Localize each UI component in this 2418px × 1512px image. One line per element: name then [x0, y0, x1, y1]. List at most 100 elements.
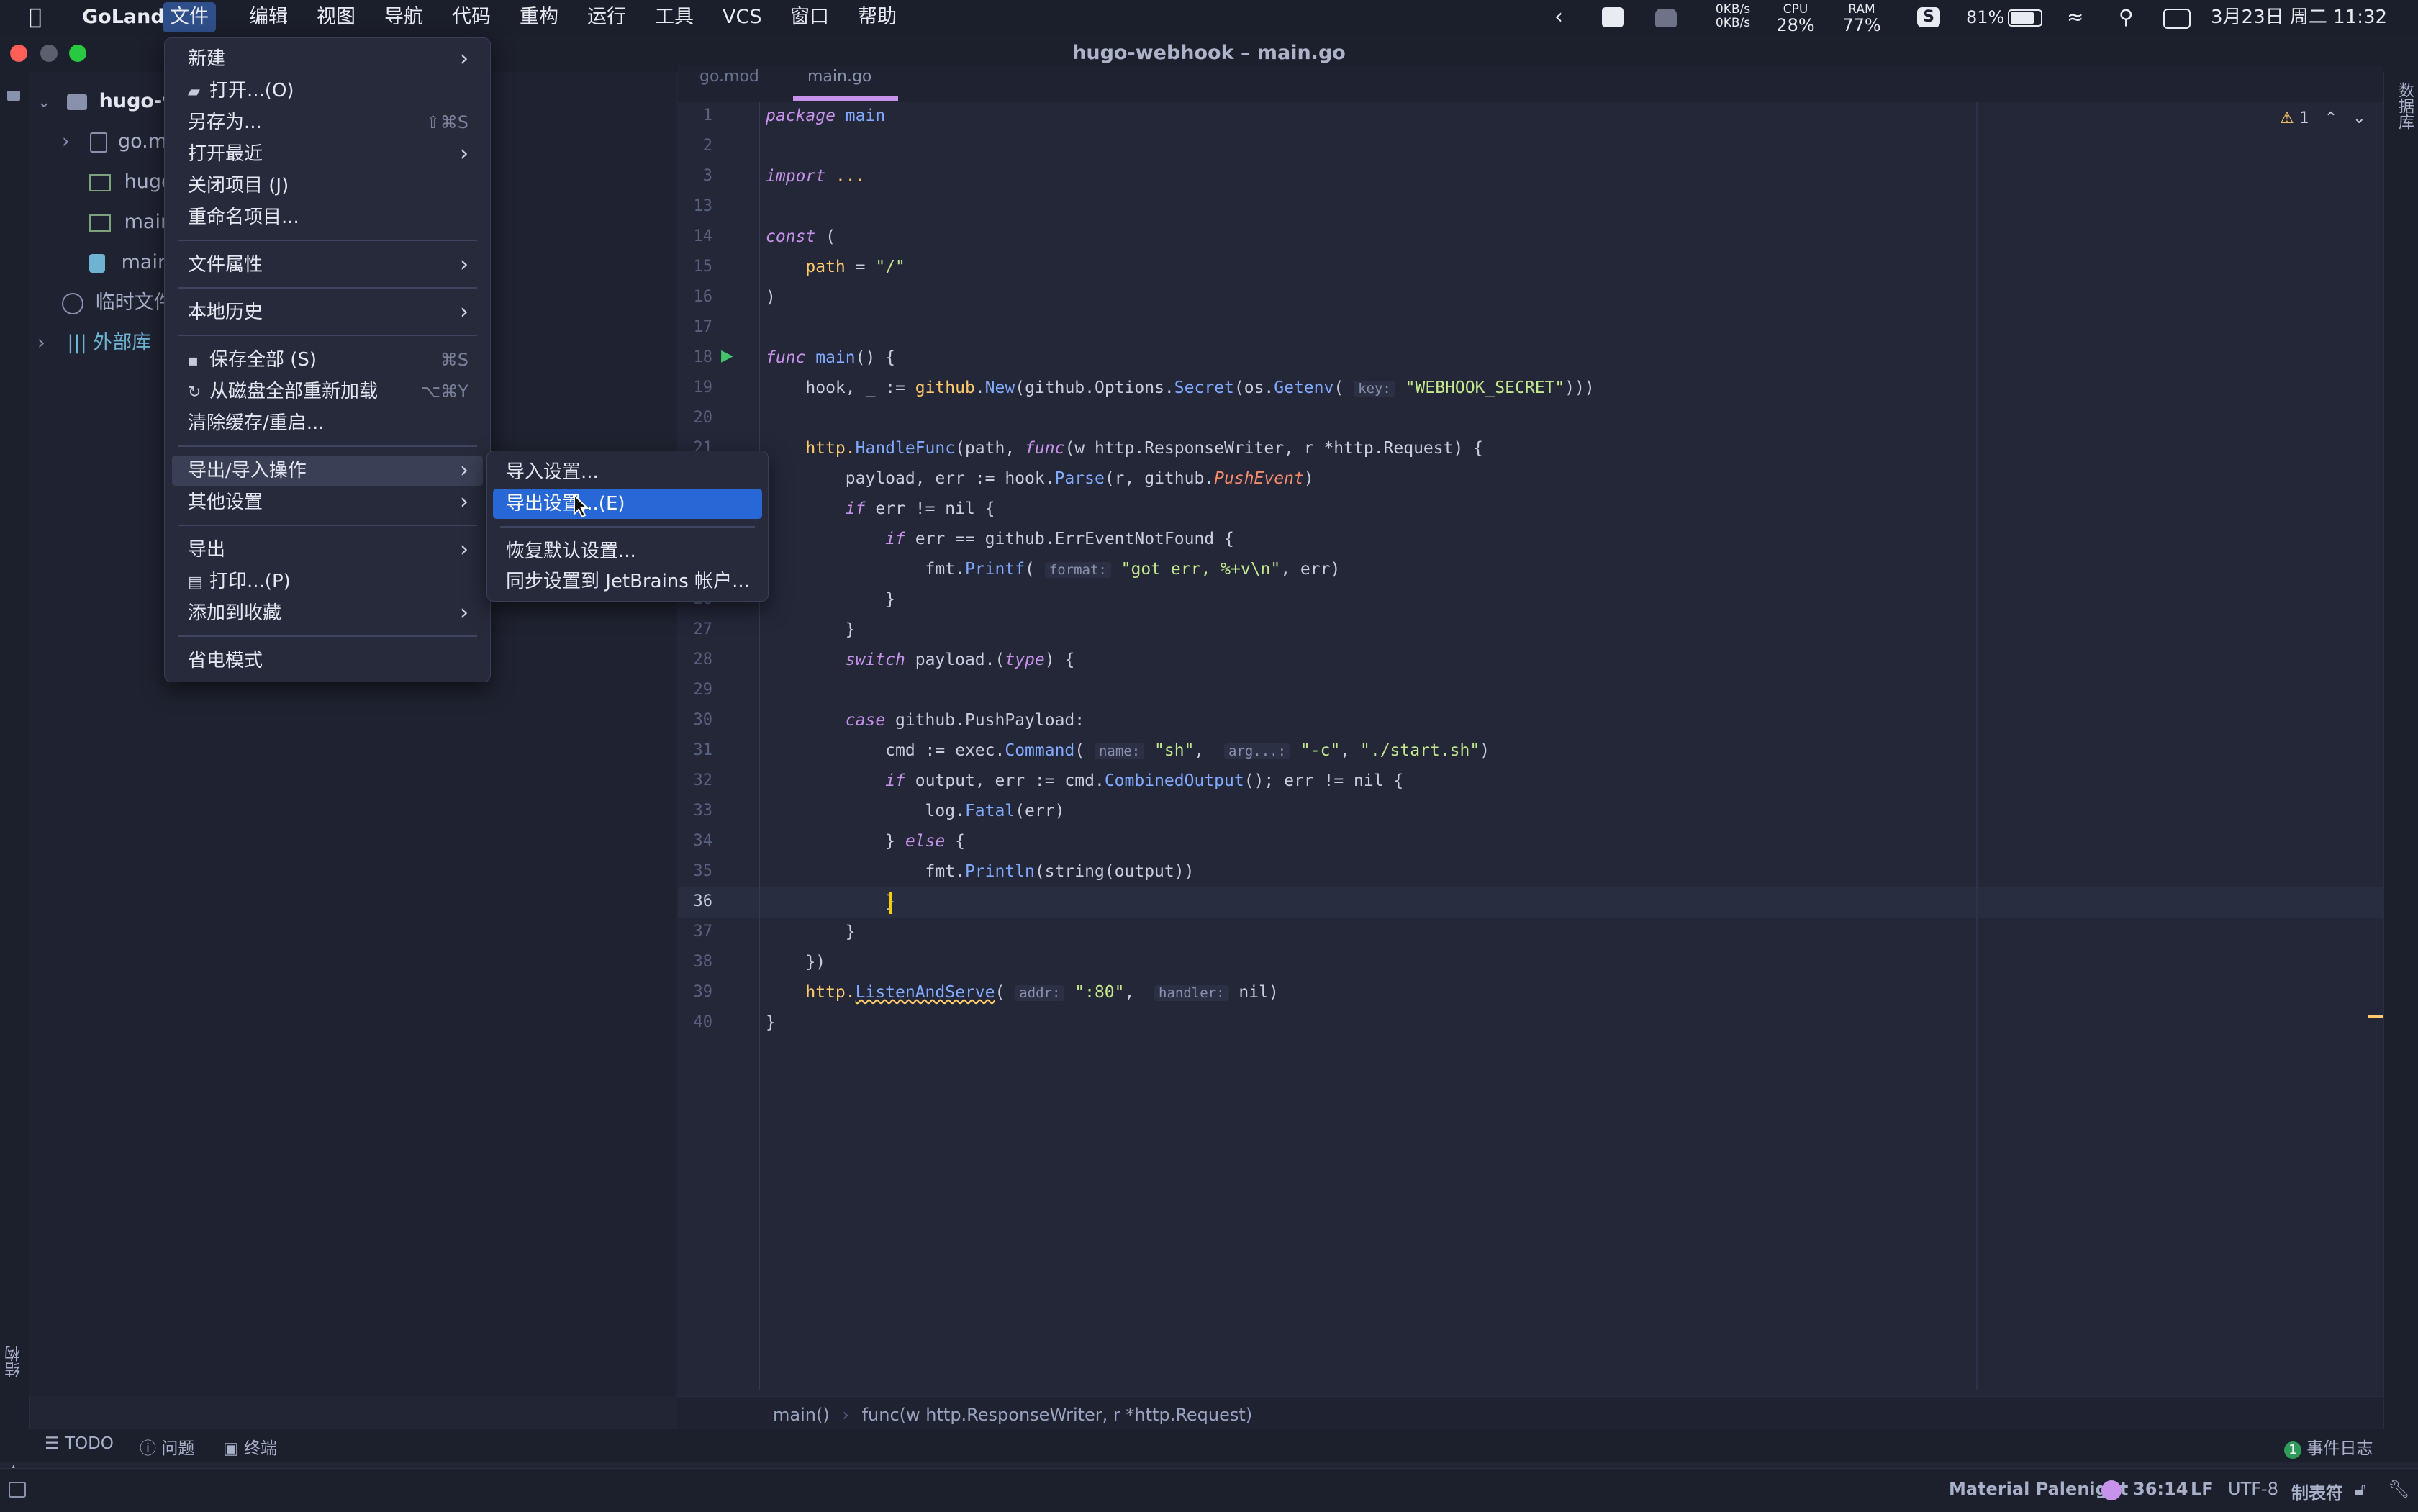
- project-icon[interactable]: [7, 91, 20, 101]
- code-token: github.PushPayload:: [885, 711, 1085, 730]
- menu-item-save-as[interactable]: 另存为... ⇧⌘S: [172, 107, 483, 137]
- menu-item-save-all[interactable]: ▪ 保存全部 (S) ⌘S: [172, 345, 483, 375]
- indent-setting[interactable]: 制表符: [2291, 1479, 2343, 1504]
- todo-tab[interactable]: ☰ TODO: [45, 1434, 114, 1453]
- menu-item-add-to-favorites[interactable]: 添加到收藏 ›: [172, 598, 483, 628]
- menu-item-invalidate-caches[interactable]: 清除缓存/重启...: [172, 408, 483, 438]
- code-token: ): [1480, 741, 1490, 760]
- menu-item-open[interactable]: ▰ 打开...(O): [172, 76, 483, 106]
- structure-tab-label[interactable]: 结构: [3, 1346, 26, 1377]
- menu-item-print[interactable]: ▤ 打印...(P): [172, 566, 483, 597]
- database-tab-label[interactable]: 数据库: [2393, 82, 2416, 130]
- menu-item-import-settings[interactable]: 导入设置...: [493, 457, 762, 487]
- project-root[interactable]: ⌄ hugo-w: [37, 83, 180, 119]
- line-number: 33: [693, 802, 713, 820]
- run-icon[interactable]: ▶: [721, 347, 733, 365]
- code-token: github: [915, 379, 975, 397]
- menu-item-export-settings[interactable]: 导出设置...(E): [493, 489, 762, 519]
- menu-tools[interactable]: 工具: [655, 0, 694, 35]
- minimize-window-button[interactable]: [40, 45, 58, 62]
- tree-item-external-libraries[interactable]: › ||| 外部库: [37, 325, 151, 361]
- menu-item-reload-all[interactable]: ↻ 从磁盘全部重新加载 ⌥⌘Y: [172, 376, 483, 407]
- menu-item-label: 新建: [188, 48, 226, 70]
- menu-view[interactable]: 视图: [317, 0, 356, 35]
- menu-window[interactable]: 窗口: [790, 0, 829, 35]
- tab-main-go[interactable]: main.go: [807, 68, 871, 86]
- mouse-cursor-icon: [574, 494, 589, 518]
- chevron-right-icon: ›: [460, 537, 468, 562]
- menu-edit[interactable]: 编辑: [249, 0, 288, 35]
- inspection-widget[interactable]: ⚠ 1 ⌃ ⌄: [2280, 107, 2366, 131]
- control-center-icon[interactable]: [2163, 9, 2191, 29]
- breadcrumb-item[interactable]: main(): [773, 1405, 830, 1425]
- code-line-22: payload, err := hook.Parse(r, github.Pus…: [766, 463, 1314, 494]
- menu-navigate[interactable]: 导航: [384, 0, 423, 35]
- line-number: 29: [693, 681, 713, 699]
- folder-icon: ▰: [188, 83, 200, 101]
- app-menu-goland[interactable]: GoLand: [82, 0, 165, 35]
- terminal-tab[interactable]: ▣ 终端: [223, 1434, 277, 1459]
- apple-icon[interactable]: : [29, 0, 42, 35]
- problems-tab[interactable]: ⓘ 问题: [140, 1434, 194, 1459]
- menu-shortcut: ⌘S: [440, 350, 468, 370]
- chevron-right-icon[interactable]: ›: [62, 130, 70, 153]
- tab-gomod[interactable]: go.mod: [699, 68, 759, 86]
- menu-item-power-save-mode[interactable]: 省电模式: [172, 646, 483, 676]
- chevron-down-icon[interactable]: ⌄: [37, 94, 50, 112]
- right-tool-stripe: 数据库: [2383, 72, 2418, 1439]
- tree-item-scratches[interactable]: 临时文件: [62, 285, 173, 321]
- chevron-down-icon[interactable]: ⌄: [2353, 109, 2365, 127]
- code-token: ,: [1194, 741, 1224, 760]
- event-log-tab[interactable]: 1 事件日志: [2284, 1434, 2373, 1459]
- sogou-input-icon[interactable]: S: [1917, 7, 1940, 27]
- code-line-14: const (: [766, 222, 836, 252]
- status-app-icon[interactable]: [1602, 7, 1624, 27]
- menu-item-new[interactable]: 新建 ›: [172, 44, 483, 74]
- zoom-window-button[interactable]: [69, 45, 86, 62]
- wifi-icon[interactable]: ≈: [2067, 0, 2083, 35]
- folded-imports[interactable]: ...: [825, 167, 866, 186]
- menu-item-restore-defaults[interactable]: 恢复默认设置...: [493, 536, 762, 566]
- lock-icon[interactable]: 🔓︎: [2355, 1479, 2366, 1499]
- search-icon[interactable]: ⚲: [2119, 0, 2134, 35]
- menu-item-open-recent[interactable]: 打开最近 ›: [172, 139, 483, 169]
- line-number: 37: [693, 923, 713, 941]
- code-token: payload.(: [905, 651, 1005, 669]
- wrench-icon[interactable]: 🔧︎: [2388, 1479, 2409, 1499]
- tree-item-gomod[interactable]: › go.m: [62, 124, 167, 160]
- code-token: http.: [766, 439, 856, 458]
- menu-file[interactable]: 文件: [163, 2, 216, 32]
- menu-vcs[interactable]: VCS: [723, 0, 761, 35]
- menu-code[interactable]: 代码: [452, 0, 491, 35]
- menu-item-sync-jetbrains[interactable]: 同步设置到 JetBrains 帐户...: [493, 566, 762, 597]
- menu-item-manage-ide-settings[interactable]: 导出/导入操作 ›: [172, 456, 483, 486]
- close-window-button[interactable]: [10, 45, 27, 62]
- menu-help[interactable]: 帮助: [858, 0, 897, 35]
- menu-item-local-history[interactable]: 本地历史 ›: [172, 297, 483, 327]
- chevron-left-icon[interactable]: ‹: [1554, 0, 1563, 35]
- folder-icon: [67, 94, 88, 110]
- chevron-up-icon[interactable]: ⌃: [2324, 109, 2337, 127]
- cat-icon[interactable]: [1655, 9, 1677, 27]
- menu-item-file-properties[interactable]: 文件属性 ›: [172, 250, 483, 280]
- tree-item-main-go[interactable]: main.: [89, 245, 176, 281]
- chevron-right-icon[interactable]: ›: [37, 332, 45, 354]
- battery-icon[interactable]: [2008, 9, 2042, 27]
- menu-item-export[interactable]: 导出 ›: [172, 535, 483, 565]
- menubar-clock[interactable]: 3月23日 周二 11:32: [2211, 0, 2387, 35]
- menu-item-close-project[interactable]: 关闭项目 (J): [172, 171, 483, 201]
- breadcrumb-item[interactable]: func(w http.ResponseWriter, r *http.Requ…: [862, 1405, 1253, 1425]
- menu-item-other-settings[interactable]: 其他设置 ›: [172, 487, 483, 517]
- tree-item-hugo[interactable]: hugo: [89, 164, 173, 200]
- tree-item-main-binary[interactable]: main: [89, 204, 173, 240]
- file-encoding[interactable]: UTF-8: [2228, 1479, 2278, 1499]
- caret-position[interactable]: 36:14: [2133, 1479, 2188, 1499]
- code-token: () {: [855, 348, 896, 367]
- toggle-tool-windows-icon[interactable]: [9, 1482, 26, 1498]
- code-line-37: }: [766, 923, 856, 941]
- menu-run[interactable]: 运行: [587, 0, 626, 35]
- menu-refactor[interactable]: 重构: [520, 0, 558, 35]
- line-separator[interactable]: LF: [2191, 1479, 2214, 1499]
- line-number: 27: [693, 620, 713, 638]
- menu-item-rename-project[interactable]: 重命名项目...: [172, 202, 483, 232]
